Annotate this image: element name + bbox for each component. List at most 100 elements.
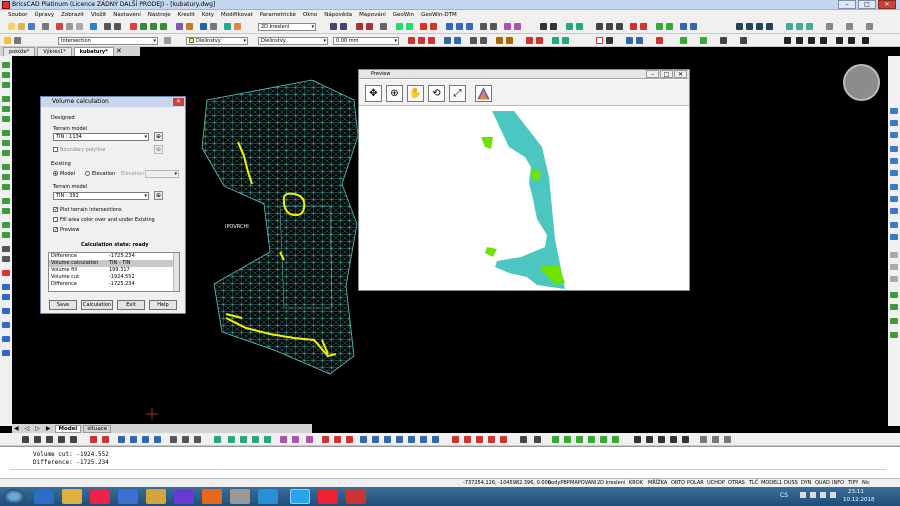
zoom-extents-icon[interactable]: ⤢ [449,85,466,102]
terrain-d-icon[interactable] [630,23,637,30]
tool-f-icon[interactable] [504,23,511,30]
arc-icon[interactable] [2,82,10,88]
menu-zobrazit[interactable]: Zobrazit [61,12,84,18]
modify-b-icon[interactable] [890,120,898,126]
status-item[interactable]: 2D kreslení [597,480,625,486]
revcloud-icon[interactable] [2,198,10,204]
draw-q-icon[interactable] [636,37,643,44]
modify-d-icon[interactable] [890,146,898,152]
modify-e-icon[interactable] [890,158,898,164]
grid-icon[interactable] [366,23,373,30]
menu-nastroje[interactable]: Nástroje [148,12,171,18]
bottom-g-icon[interactable] [102,436,109,443]
boundary-pick-button[interactable]: ⊕ [154,145,163,154]
bottom-ar-icon[interactable] [600,436,607,443]
modify-f-icon[interactable] [890,170,898,176]
bottom-ad-icon[interactable] [408,436,415,443]
status-item[interactable]: Nic [862,480,870,486]
redo-icon[interactable] [114,23,121,30]
layer-state-icon[interactable] [4,37,11,44]
hatch-icon[interactable] [2,164,10,170]
geo-icon[interactable] [396,23,403,30]
status-item[interactable]: TLČ [749,480,758,486]
bottom-b-icon[interactable] [34,436,41,443]
attdef-icon[interactable] [2,294,10,300]
bottom-f-icon[interactable] [90,436,97,443]
modify-m-icon[interactable] [890,264,898,270]
open-icon[interactable] [18,23,25,30]
menu-upravy[interactable]: Úpravy [34,12,54,18]
draw-h-icon[interactable] [496,37,503,44]
draw-e-icon[interactable] [454,37,461,44]
modify-p-icon[interactable] [890,304,898,310]
draw-r-icon[interactable] [656,37,663,44]
undo-icon[interactable] [104,23,111,30]
modify-j-icon[interactable] [890,222,898,228]
command-line[interactable]: Volume cut: -1924.552 Difference: -1725.… [0,446,900,478]
bottom-ap-icon[interactable] [576,436,583,443]
bottom-ab-icon[interactable] [384,436,391,443]
bottom-an-icon[interactable] [552,436,559,443]
terrain-b-icon[interactable] [606,23,613,30]
terrain-e-icon[interactable] [640,23,647,30]
maximize-button[interactable]: □ [858,0,876,9]
draw-j-icon[interactable] [526,37,533,44]
modify-c-icon[interactable] [890,132,898,138]
bottom-h-icon[interactable] [118,436,125,443]
bottom-az-icon[interactable] [712,436,719,443]
cut-icon[interactable] [56,23,63,30]
network-icon[interactable] [820,492,826,498]
bottom-aj-icon[interactable] [488,436,495,443]
dialog-close-icon[interactable]: ✕ [173,98,184,106]
bottom-s-icon[interactable] [264,436,271,443]
preview-maximize-button[interactable]: □ [660,70,673,78]
linetype-combo[interactable]: Dlelinstvy [258,37,328,45]
copy-icon[interactable] [66,23,73,30]
pan-icon[interactable] [130,23,137,30]
navigation-wheel[interactable] [843,64,880,101]
zoom-extents-icon[interactable] [160,23,167,30]
bottom-ay-icon[interactable] [700,436,707,443]
bottom-y-icon[interactable] [346,436,353,443]
modify-o-icon[interactable] [890,292,898,298]
bottom-ba-icon[interactable] [724,436,731,443]
dtm-d-icon[interactable] [766,23,773,30]
designed-model-select[interactable]: TIN : 1134 [53,133,149,141]
clock-time[interactable]: 23:11 [848,489,864,495]
match-icon[interactable] [90,23,97,30]
help-button[interactable]: Help [149,300,177,310]
point-icon[interactable] [2,150,10,156]
ucs2-icon[interactable] [340,23,347,30]
bottom-k-icon[interactable] [154,436,161,443]
preview-checkbox[interactable]: ✓ Preview [53,227,79,233]
menu-geowin-dtm[interactable]: GeoWin-DTM [421,12,457,18]
menu-koty[interactable]: Kóty [202,12,214,18]
view-icon[interactable] [176,23,183,30]
bottom-j-icon[interactable] [142,436,149,443]
circle-icon[interactable] [2,96,10,102]
dtm-j-icon[interactable] [866,23,873,30]
boundary-polyline-checkbox[interactable]: Boundary polyline [53,147,105,153]
doc-tab-1[interactable]: pokóže* [3,47,36,56]
bottom-ac-icon[interactable] [396,436,403,443]
tab-prev-icon[interactable]: ◁ [23,425,32,432]
modify-g-icon[interactable] [890,184,898,190]
close-doc-icon[interactable]: ✕ [116,47,122,56]
zoom-icon[interactable]: ⊕ [386,85,403,102]
plot-intersections-checkbox[interactable]: ✓ Plot terrain intersections [53,207,122,213]
tool-k-icon[interactable] [576,23,583,30]
mark2-icon[interactable] [430,23,437,30]
list-item[interactable]: Volume fill 199.317 [49,267,179,274]
bottom-m-icon[interactable] [182,436,189,443]
draw-b-icon[interactable] [418,37,425,44]
draw-u-icon[interactable] [720,37,727,44]
app-g-icon[interactable] [346,489,366,504]
status-item[interactable]: POLAR [687,480,704,486]
block-icon[interactable] [2,270,10,276]
dtm-i-icon[interactable] [846,23,853,30]
pan-icon[interactable]: ✋ [407,85,424,102]
zoom-icon[interactable] [140,23,147,30]
bottom-l-icon[interactable] [170,436,177,443]
bottom-ai-icon[interactable] [476,436,483,443]
polyline-icon[interactable] [2,72,10,78]
